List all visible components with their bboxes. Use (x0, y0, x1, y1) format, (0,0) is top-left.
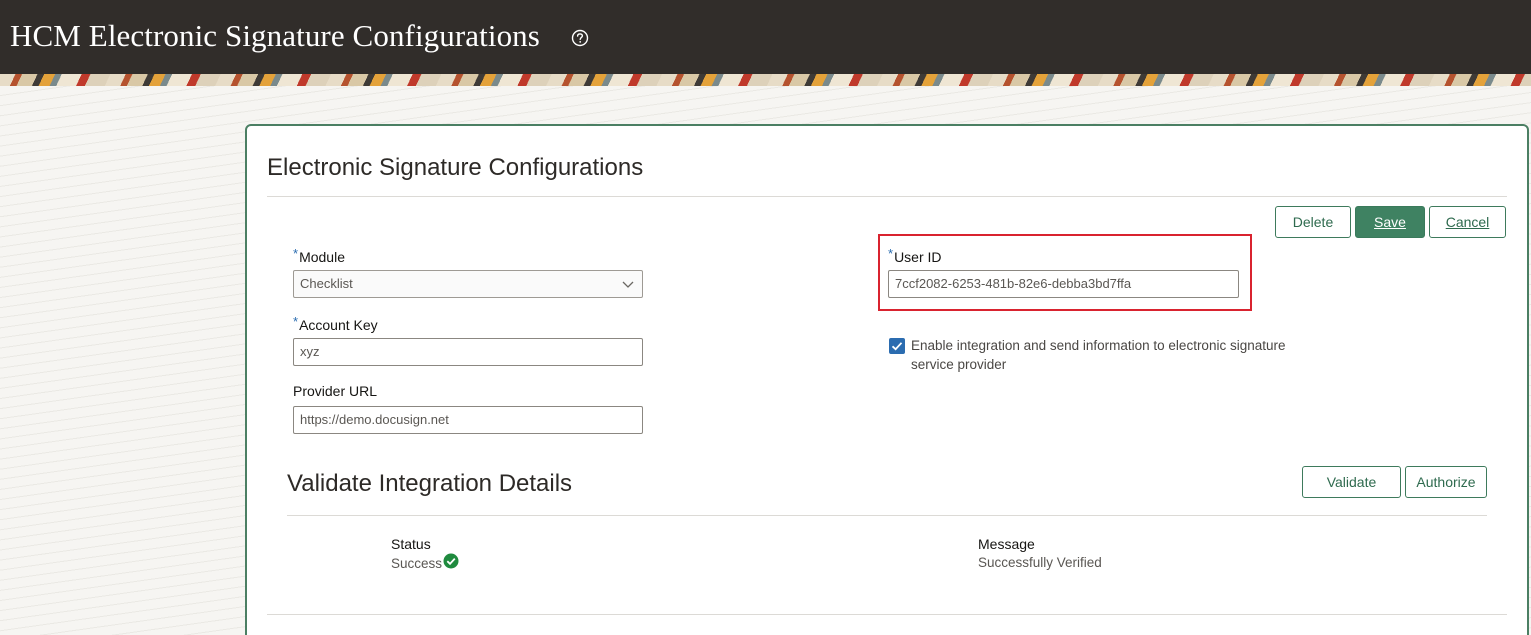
message-value: Successfully Verified (978, 555, 1102, 570)
section-title: Validate Integration Details (287, 470, 573, 497)
app-header: HCM Electronic Signature Configurations (0, 0, 1531, 74)
enable-integration-label: Enable integration and send information … (911, 338, 1286, 372)
user-id-label-text: User ID (894, 249, 942, 265)
module-select-value: Checklist (300, 276, 353, 291)
message-label: Message (978, 536, 1035, 552)
provider-url-label: Provider URL (293, 383, 378, 399)
authorize-button[interactable]: Authorize (1405, 466, 1487, 498)
check-circle-icon (443, 553, 459, 569)
enable-integration-checkbox[interactable] (889, 338, 905, 354)
user-id-label: *User ID (888, 246, 942, 265)
divider (287, 515, 1487, 516)
provider-url-input[interactable]: https://demo.docusign.net (293, 406, 643, 434)
card-title: Electronic Signature Configurations (267, 154, 644, 181)
account-key-input[interactable]: xyz (293, 338, 643, 366)
required-marker: * (293, 314, 299, 329)
chevron-down-icon (622, 281, 634, 288)
checkmark-icon (891, 342, 903, 351)
page-title: HCM Electronic Signature Configurations (10, 18, 540, 53)
user-id-input[interactable]: 7ccf2082-6253-481b-82e6-debba3bd7ffa (888, 270, 1239, 298)
help-circle-icon[interactable] (571, 29, 589, 47)
module-label: *Module (293, 246, 345, 265)
status-value: Success (391, 556, 443, 571)
cancel-button-label: Cancel (1445, 214, 1490, 230)
module-select[interactable]: Checklist (293, 270, 643, 298)
save-button[interactable]: Save (1355, 206, 1425, 238)
account-key-label: *Account Key (293, 314, 378, 333)
module-label-text: Module (299, 249, 345, 265)
cancel-button[interactable]: Cancel (1429, 206, 1506, 238)
delete-button[interactable]: Delete (1275, 206, 1351, 238)
validate-button[interactable]: Validate (1302, 466, 1401, 498)
decorative-banner (0, 74, 1531, 86)
configuration-card: Electronic Signature Configurations Dele… (245, 124, 1529, 635)
status-label: Status (391, 536, 431, 552)
account-key-label-text: Account Key (299, 317, 378, 333)
save-button-label: Save (1374, 214, 1406, 230)
divider (267, 196, 1507, 197)
divider (267, 614, 1507, 615)
required-marker: * (293, 246, 299, 261)
required-marker: * (888, 246, 894, 261)
